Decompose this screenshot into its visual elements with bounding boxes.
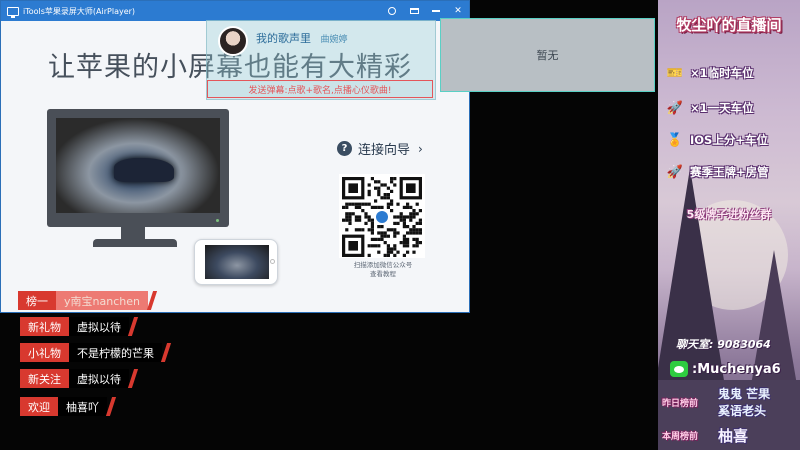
slash-decoration (105, 397, 117, 416)
perk-text: 赛季王牌+房管 (690, 165, 769, 179)
chat-tag: 新关注 (20, 369, 69, 388)
perk-text: ×1一天车位 (690, 101, 754, 115)
phone-screen (205, 245, 269, 279)
yesterday-rank-value: 鬼鬼 芒果 (718, 387, 771, 401)
mini-mode-button[interactable] (403, 1, 425, 21)
rank-row: 榜一 y南宝nanchen (18, 291, 158, 310)
chat-message: 不是柠檬的芒果 (69, 343, 162, 362)
chat-row: 新关注 虚拟以待 (20, 369, 139, 388)
rank-user: y南宝nanchen (56, 291, 148, 310)
monitor-base (93, 239, 177, 247)
stream-info-sidebar: 牧尘吖的直播间 🎫 ×1临时车位 🚀 ×1一天车位 🏅 IOS上分+车位 🚀 赛… (658, 0, 800, 450)
question-icon: ? (337, 141, 352, 156)
chat-row: 欢迎 柚喜吖 (20, 397, 117, 416)
qr-caption: 扫描添加微信公众号 查看教程 (331, 261, 435, 279)
chat-message: 虚拟以待 (69, 369, 129, 388)
title-bar[interactable]: iTools苹果录屏大师(AirPlayer) ✕ (1, 1, 469, 21)
rocket-icon: 🚀 (666, 164, 684, 180)
monitor-illustration (47, 109, 229, 227)
slash-decoration (127, 317, 139, 336)
chat-tag: 欢迎 (20, 397, 58, 416)
wechat-id: :Muchenya6 (692, 361, 781, 377)
wechat-qr-code (339, 174, 425, 258)
car-image (114, 158, 174, 182)
qr-caption-line1: 扫描添加微信公众号 (353, 261, 413, 269)
rocket-icon: 🚀 (666, 100, 684, 116)
wechat-icon (670, 361, 688, 377)
yesterday-rank-value: 奚语老头 (718, 404, 767, 418)
monitor-screen (56, 118, 220, 213)
song-title: 我的歌声里 (256, 32, 311, 45)
slash-decoration (160, 343, 172, 362)
chat-tag: 小礼物 (20, 343, 69, 362)
perk-item: 🚀 ×1一天车位 (664, 99, 754, 117)
qr-caption-line2: 查看教程 (370, 270, 396, 278)
empty-text: 暂无 (536, 49, 559, 62)
week-rank-label: 本周榜前 (662, 432, 699, 442)
chevron-right-icon: › (418, 141, 423, 156)
badge-icon: 🏅 (666, 132, 684, 148)
close-icon: ✕ (454, 6, 462, 16)
chat-message: 虚拟以待 (69, 317, 129, 336)
perk-item: 🚀 赛季王牌+房管 (664, 163, 769, 181)
chat-row: 小礼物 不是柠檬的芒果 (20, 343, 172, 362)
wechat-line: :Muchenya6 (670, 361, 781, 377)
window-title: iTools苹果录屏大师(AirPlayer) (23, 6, 136, 16)
stream-screen: iTools苹果录屏大师(AirPlayer) ✕ 让苹果的小屏幕也能有大精彩 … (0, 0, 800, 450)
home-button (270, 259, 275, 264)
empty-panel: 暂无 (440, 18, 655, 92)
pin-icon (388, 7, 396, 15)
perk-text: IOS上分+车位 (690, 133, 768, 147)
perk-text: ×1临时车位 (690, 66, 754, 80)
chat-message: 柚喜吖 (58, 397, 107, 416)
singer-avatar (218, 26, 248, 56)
connection-guide-link[interactable]: ? 连接向导 › (337, 139, 423, 158)
fan-group-notice: 5级牌子进粉丝群 (686, 208, 772, 221)
danmu-hint: 发送弹幕:点歌+歌名,点播心仪歌曲! (207, 80, 433, 98)
airplay-icon (7, 6, 19, 18)
perk-item: 🎫 ×1临时车位 (664, 64, 754, 82)
slash-decoration (127, 369, 139, 388)
phone-illustration (194, 239, 278, 285)
minimize-icon (432, 10, 440, 12)
chat-room-id: 聊天室: 9083064 (676, 338, 771, 351)
yesterday-rank-label: 昨日榜前 (662, 399, 699, 409)
song-artist: 曲婉婷 (320, 35, 348, 45)
mini-mode-icon (409, 8, 419, 14)
power-led (216, 219, 219, 222)
pin-button[interactable] (381, 1, 403, 21)
rank-tag: 榜一 (18, 291, 56, 310)
perk-item: 🏅 IOS上分+车位 (664, 131, 768, 149)
guide-label: 连接向导 (358, 143, 411, 158)
chat-tag: 新礼物 (20, 317, 69, 336)
week-rank-value: 柚喜 (718, 427, 749, 445)
chat-row: 新礼物 虚拟以待 (20, 317, 139, 336)
ticket-icon: 🎫 (666, 65, 684, 81)
now-playing: 我的歌声里 曲婉婷 (256, 30, 348, 46)
channel-title: 牧尘吖的直播间 (676, 16, 782, 34)
